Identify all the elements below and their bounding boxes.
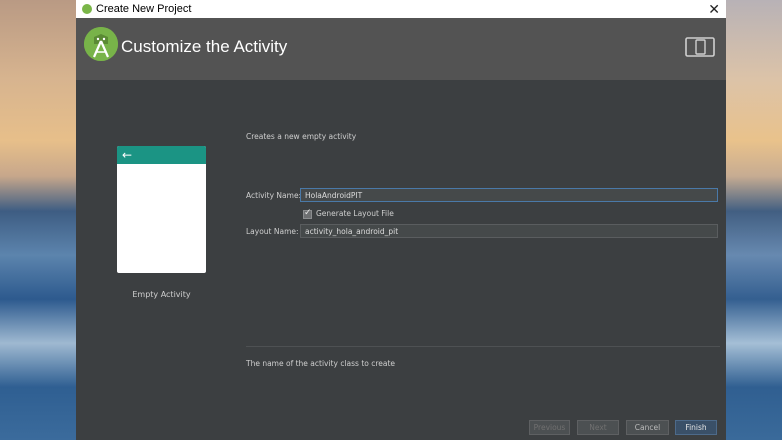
create-project-dialog: Create New Project ✕ Customize the Activ…: [76, 0, 726, 440]
next-button[interactable]: Next: [577, 420, 619, 435]
window-titlebar: Create New Project ✕: [76, 0, 726, 18]
divider: [246, 346, 720, 347]
finish-button[interactable]: Finish: [675, 420, 717, 435]
wizard-content: ← Empty Activity Creates a new empty act…: [76, 80, 726, 440]
android-studio-logo-icon: [84, 27, 118, 61]
activity-description: Creates a new empty activity: [246, 132, 357, 141]
window-title: Create New Project: [96, 3, 192, 15]
previous-button[interactable]: Previous: [529, 420, 570, 435]
close-icon[interactable]: ✕: [708, 0, 720, 18]
generate-layout-label: Generate Layout File: [316, 209, 394, 218]
back-arrow-icon: ←: [122, 148, 133, 162]
desktop-background-left: [0, 0, 76, 440]
phone-tablet-icon: [685, 37, 715, 61]
cancel-button[interactable]: Cancel: [626, 420, 669, 435]
field-hint: The name of the activity class to create: [246, 359, 396, 368]
activity-template-label: Empty Activity: [132, 290, 191, 299]
generate-layout-row[interactable]: ✓ Generate Layout File: [303, 208, 394, 219]
activity-name-label: Activity Name:: [246, 191, 302, 200]
android-studio-app-icon: [82, 4, 92, 14]
page-title: Customize the Activity: [121, 37, 288, 56]
wizard-header: Customize the Activity: [76, 18, 726, 80]
layout-name-input[interactable]: activity_hola_android_pit: [300, 224, 718, 238]
preview-app-bar: ←: [117, 146, 206, 164]
layout-name-label: Layout Name:: [246, 227, 299, 236]
desktop-background-right: [726, 0, 782, 440]
generate-layout-checkbox[interactable]: ✓: [303, 208, 312, 219]
activity-name-input[interactable]: HolaAndroidPIT: [300, 188, 718, 202]
activity-preview: ←: [117, 146, 206, 273]
